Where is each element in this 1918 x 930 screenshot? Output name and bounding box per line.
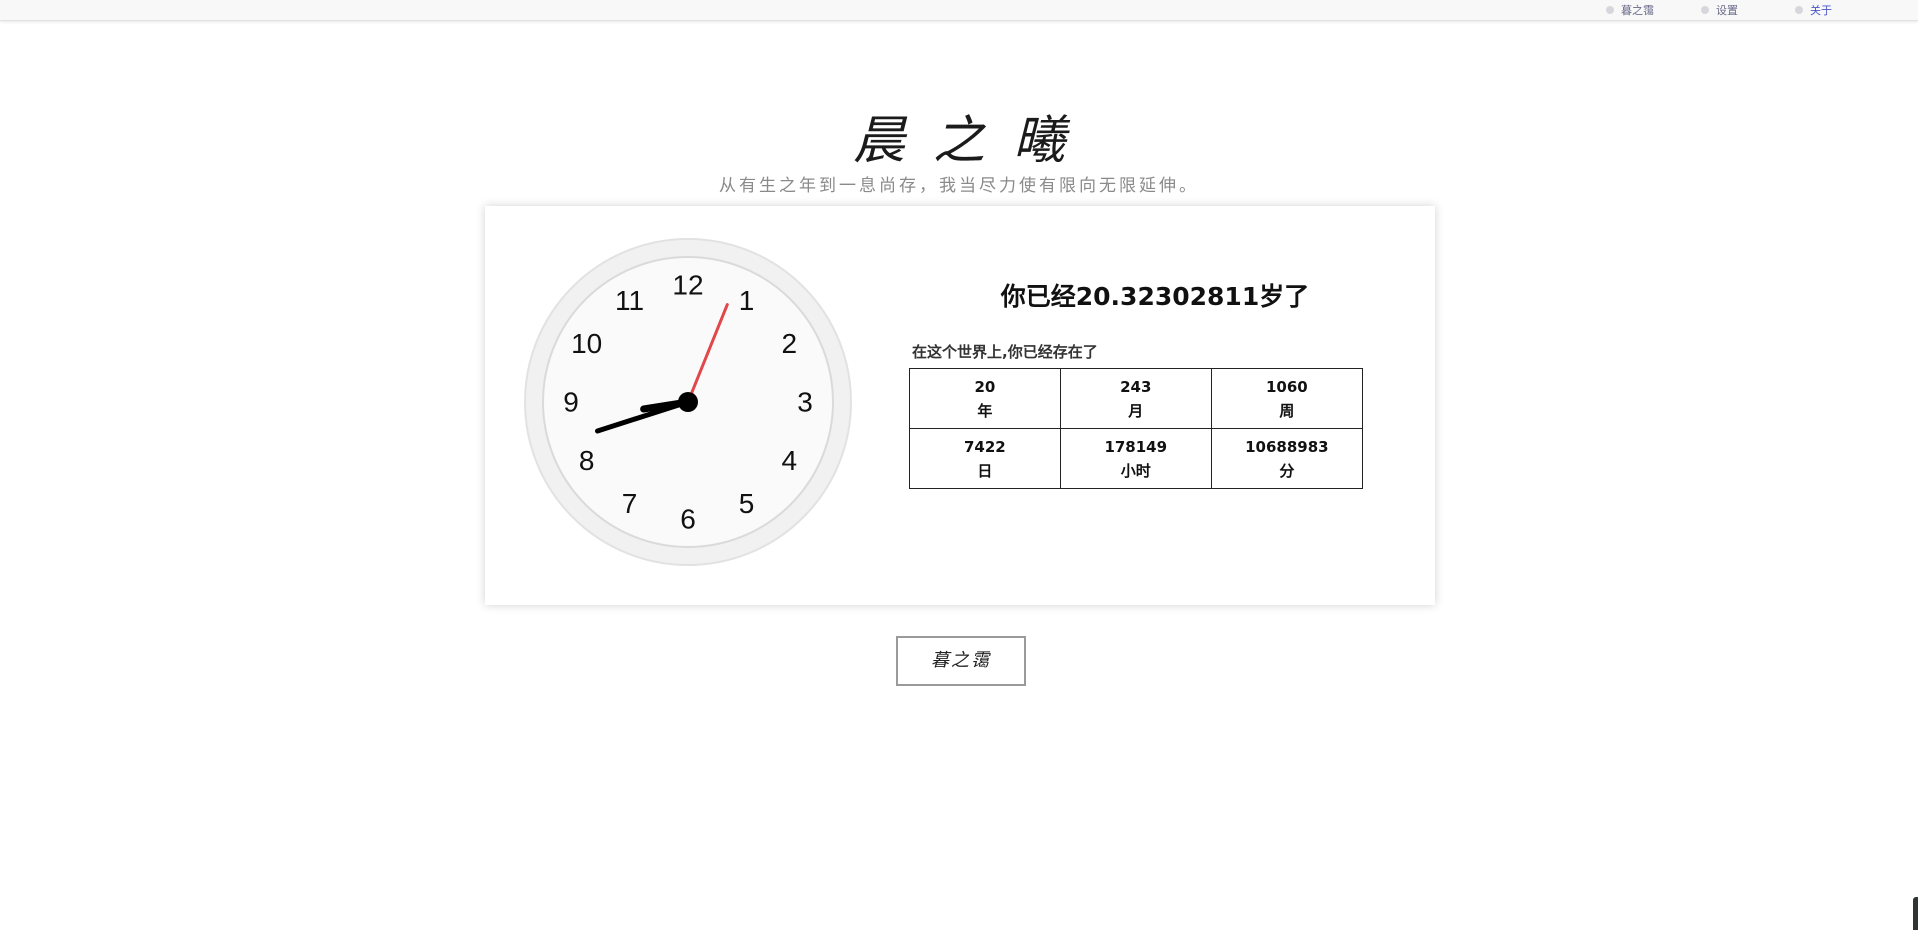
clock-numeral: 5: [739, 488, 755, 519]
stat-unit: 日: [977, 461, 993, 480]
clock-numeral: 10: [571, 328, 602, 359]
clock-numeral: 7: [622, 488, 638, 519]
stat-cell-hours: 178149 小时: [1059, 428, 1212, 489]
site-title: 晨之曦: [852, 111, 1093, 171]
clock-numeral: 2: [782, 328, 798, 359]
nav-item-settings[interactable]: 设置: [1701, 3, 1738, 17]
nav-dot-icon: [1795, 6, 1803, 14]
clock-numeral: 4: [782, 445, 798, 476]
stat-cell-weeks: 1060 周: [1210, 368, 1364, 429]
stat-unit: 分: [1279, 461, 1295, 480]
clock-numeral: 8: [579, 445, 595, 476]
stat-value: 10688983: [1245, 437, 1329, 456]
nav-dot-icon: [1606, 6, 1614, 14]
clock-center-pin: [678, 392, 698, 412]
age-caption: 在这个世界上,你已经存在了: [912, 343, 1098, 361]
top-nav-bar: 暮之霭 设置 关于: [0, 0, 1918, 21]
clock-numeral: 3: [797, 387, 813, 418]
stat-value: 1060: [1266, 377, 1308, 396]
clock-numeral: 11: [615, 285, 644, 316]
nav-item-dusk[interactable]: 暮之霭: [1606, 3, 1654, 17]
clock-numeral: 6: [680, 504, 696, 535]
nav-item-label: 设置: [1716, 4, 1738, 17]
stats-row: 7422 日 178149 小时 10688983 分: [909, 428, 1364, 489]
stat-cell-days: 7422 日: [909, 428, 1061, 489]
age-stats-table: 20 年 243 月 1060 周 7422 日 178149 小时 10688: [909, 368, 1364, 489]
age-card: 12 1 2 3 4 5 6 7 8 9 10 11 你已经20.32302811岁了 在这个世界上,…: [485, 206, 1435, 605]
clock-numeral: 9: [563, 387, 579, 418]
stat-cell-months: 243 月: [1059, 368, 1212, 429]
stat-unit: 年: [977, 401, 993, 420]
clock-numeral: 1: [739, 285, 755, 316]
stat-cell-years: 20 年: [909, 368, 1061, 429]
nav-dot-icon: [1701, 6, 1709, 14]
analog-clock: 12 12 3 45 6 789 10 11: [524, 238, 852, 566]
corner-tab: [1913, 897, 1918, 930]
stats-row: 20 年 243 月 1060 周: [909, 368, 1364, 429]
stat-unit: 周: [1279, 401, 1295, 420]
stat-value: 7422: [964, 437, 1006, 456]
nav-item-label: 暮之霭: [1621, 4, 1654, 17]
stat-cell-minutes: 10688983 分: [1210, 428, 1364, 489]
age-headline: 你已经20.32302811岁了: [1000, 282, 1310, 311]
stat-unit: 小时: [1120, 461, 1151, 480]
stat-value: 20: [974, 377, 996, 396]
stat-unit: 月: [1128, 401, 1144, 420]
stat-value: 178149: [1104, 437, 1168, 456]
clock-numeral: 12: [672, 270, 703, 301]
stat-value: 243: [1120, 377, 1152, 396]
nav-item-about[interactable]: 关于: [1795, 3, 1832, 17]
site-motto: 从有生之年到一息尚存，我当尽力使有限向无限延伸。: [719, 176, 1199, 196]
nav-item-label: 关于: [1810, 4, 1832, 17]
switch-to-dusk-button[interactable]: 暮之霭: [896, 636, 1026, 686]
